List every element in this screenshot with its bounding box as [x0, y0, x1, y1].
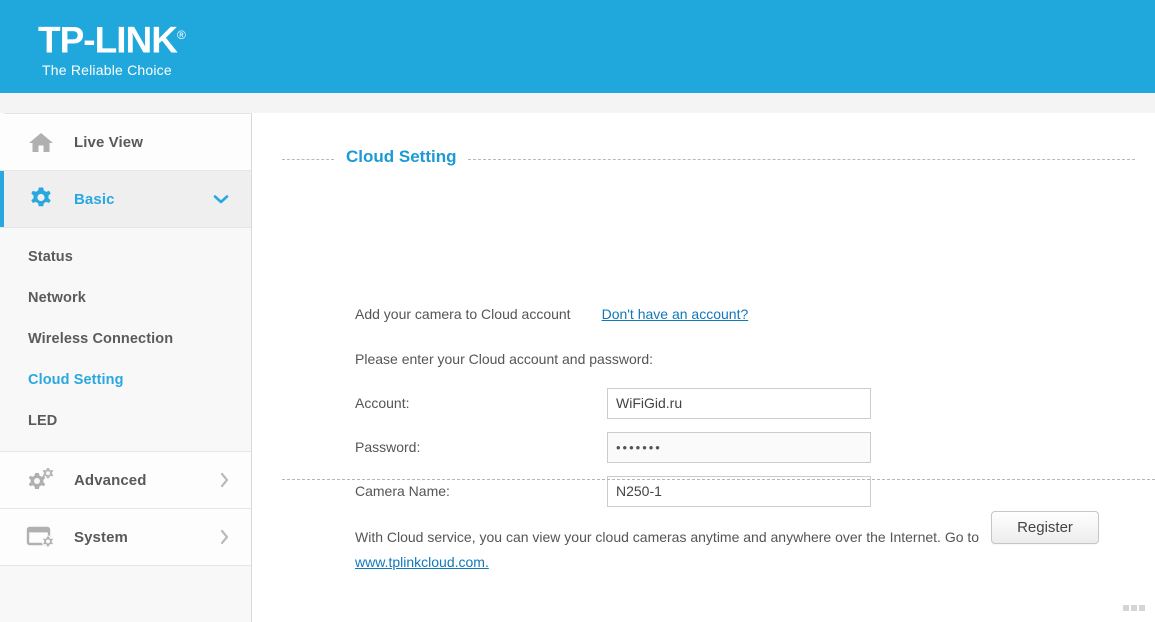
account-label: Account:	[355, 395, 410, 411]
form-prompt: Please enter your Cloud account and pass…	[355, 351, 654, 367]
section-header: Cloud Setting	[282, 146, 1135, 168]
double-gear-icon	[24, 465, 58, 495]
tplinkcloud-link[interactable]: www.tplinkcloud.com.	[355, 554, 489, 570]
footer-divider	[282, 479, 1155, 480]
register-button[interactable]: Register	[991, 511, 1099, 544]
brand-tagline: The Reliable Choice	[42, 62, 172, 79]
sidebar-item-label: Basic	[74, 190, 115, 208]
no-account-link[interactable]: Don't have an account?	[602, 306, 749, 322]
camera-name-label: Camera Name:	[355, 483, 450, 499]
intro-row: Add your camera to Cloud account Don't h…	[355, 306, 748, 322]
sidebar-subitem-label: LED	[28, 412, 58, 429]
brand-name: TP-LINK®	[38, 19, 186, 61]
grip-dot	[1123, 605, 1129, 611]
account-input[interactable]	[607, 387, 871, 419]
sidebar-nav: Live View Basic Status Network Wireless …	[0, 113, 252, 622]
sidebar-item-label: System	[74, 528, 128, 546]
chevron-right-icon[interactable]	[219, 529, 229, 545]
form-row-camera-name: Camera Name:	[355, 469, 975, 513]
sidebar-subitem-label: Network	[28, 289, 86, 306]
sidebar-item-label: Live View	[74, 133, 143, 151]
sidebar-item-system[interactable]: System	[0, 509, 251, 566]
sidebar-item-advanced[interactable]: Advanced	[0, 452, 251, 509]
form-row-password: Password:	[355, 425, 975, 469]
title-dash-left	[282, 158, 334, 160]
title-dash-right	[468, 158, 1135, 160]
main-content: Cloud Setting Add your camera to Cloud a…	[252, 113, 1155, 622]
sidebar-item-network[interactable]: Network	[0, 277, 251, 318]
chevron-right-icon[interactable]	[219, 472, 229, 488]
sidebar-item-cloud-setting[interactable]: Cloud Setting	[0, 359, 251, 400]
sidebar-item-live-view[interactable]: Live View	[0, 114, 251, 171]
gear-icon	[24, 184, 58, 214]
password-label: Password:	[355, 439, 421, 455]
password-input[interactable]	[607, 431, 871, 463]
sidebar-empty-area	[0, 566, 251, 620]
sidebar-subitem-label: Wireless Connection	[28, 330, 174, 347]
form-row-account: Account:	[355, 381, 975, 425]
cloud-account-form: Account: Password: Camera Name:	[355, 381, 975, 513]
home-icon	[24, 127, 58, 157]
sidebar-item-label: Advanced	[74, 471, 147, 489]
sidebar-item-wireless-connection[interactable]: Wireless Connection	[0, 318, 251, 359]
app-header: TP-LINK® The Reliable Choice	[0, 0, 1155, 93]
window-gear-icon	[24, 522, 58, 552]
cloud-description-text: With Cloud service, you can view your cl…	[355, 529, 980, 545]
sidebar-subitem-label: Status	[28, 248, 73, 265]
camera-name-input[interactable]	[607, 475, 871, 507]
sidebar-item-basic[interactable]: Basic	[0, 171, 251, 228]
resize-grip-icon[interactable]	[1123, 605, 1145, 611]
sidebar-item-status[interactable]: Status	[0, 236, 251, 277]
tp-link-logo: TP-LINK® The Reliable Choice	[38, 15, 186, 79]
sidebar-item-led[interactable]: LED	[0, 400, 251, 441]
page-title: Cloud Setting	[346, 147, 457, 166]
cloud-description: With Cloud service, you can view your cl…	[355, 525, 1055, 575]
sidebar-subitem-label: Cloud Setting	[28, 371, 124, 388]
sidebar-submenu-basic: Status Network Wireless Connection Cloud…	[0, 228, 251, 452]
registered-trademark-icon: ®	[176, 28, 186, 42]
grip-dot	[1131, 605, 1137, 611]
grip-dot	[1139, 605, 1145, 611]
intro-text: Add your camera to Cloud account	[355, 306, 571, 322]
chevron-down-icon[interactable]	[213, 194, 229, 204]
